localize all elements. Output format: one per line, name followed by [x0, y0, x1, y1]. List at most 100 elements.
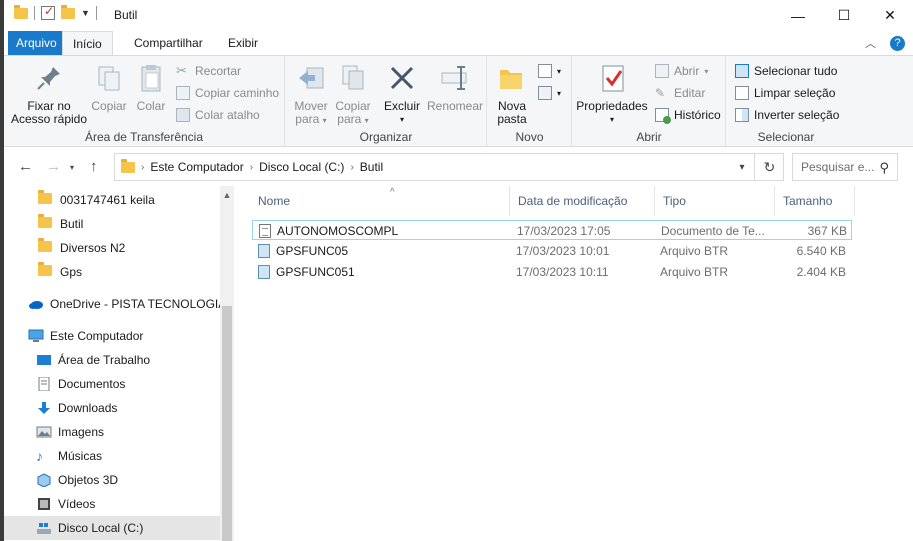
nav-item-diversos-n2[interactable]: Diversos N2 [4, 236, 220, 260]
nav-item-videos[interactable]: Vídeos [4, 492, 220, 516]
properties-check-icon[interactable]: ✓ [41, 4, 55, 20]
help-icon[interactable]: ? [890, 35, 905, 51]
edit-button[interactable]: ✎ Editar [655, 83, 705, 103]
tab-view[interactable]: Exibir [218, 31, 268, 55]
cut-label: Recortar [195, 64, 242, 78]
nav-item-desktop[interactable]: Área de Trabalho [4, 348, 220, 372]
music-icon: ♪ [36, 448, 43, 464]
select-none-label: Limpar seleção [754, 86, 836, 100]
search-box[interactable]: Pesquisar e... ⚲ [792, 153, 898, 181]
collapse-ribbon-icon[interactable]: ︿ [865, 35, 876, 51]
copy-button[interactable]: Copiar [88, 60, 130, 113]
file-name: GPSFUNC05 [276, 244, 349, 258]
open-group: Propriedades ▾ Abrir ▾ ✎ Editar Históric… [573, 56, 726, 147]
window-controls: — ☐ ✕ [775, 0, 913, 31]
address-history-dropdown[interactable]: ▾ [730, 153, 754, 181]
minimize-button[interactable]: — [775, 0, 821, 31]
rename-button[interactable]: Renomear [426, 60, 484, 113]
column-header-date[interactable]: Data de modificação [510, 186, 655, 216]
file-type: Documento de Te... [661, 224, 765, 238]
select-all-label: Selecionar tudo [754, 64, 838, 78]
nav-item-3d-objects[interactable]: Objetos 3D [4, 468, 220, 492]
new-folder-icon[interactable] [61, 4, 75, 19]
copy-path-icon [176, 86, 190, 100]
refresh-icon[interactable]: ↻ [754, 153, 784, 181]
nav-item-pictures[interactable]: Imagens [4, 420, 220, 444]
column-header-size[interactable]: Tamanho [775, 186, 855, 216]
paste-label: Colar [136, 99, 166, 113]
new-folder-button[interactable]: Nova pasta [492, 60, 532, 126]
history-button[interactable]: Histórico [655, 105, 721, 125]
folder-icon [38, 238, 52, 252]
select-all-button[interactable]: Selecionar tudo [735, 61, 837, 81]
pin-quick-access-button[interactable]: Fixar no Acesso rápido [10, 60, 88, 126]
open-button[interactable]: Abrir ▾ [655, 61, 708, 81]
cut-button[interactable]: ✂ Recortar [176, 61, 241, 81]
paste-shortcut-button[interactable]: Colar atalho [176, 105, 260, 125]
nav-item-this-pc[interactable]: Este Computador [4, 324, 220, 348]
documents-icon [36, 376, 52, 392]
back-arrow-icon[interactable]: ← [18, 158, 33, 175]
select-none-button[interactable]: Limpar seleção [735, 83, 835, 103]
file-row[interactable]: AUTONOMOSCOMPL 17/03/2023 17:05 Document… [252, 220, 852, 240]
pin-icon [33, 62, 65, 94]
scrollbar-thumb[interactable] [222, 306, 232, 541]
column-header-name[interactable]: ^ Nome [250, 186, 510, 216]
file-date: 17/03/2023 10:01 [516, 244, 610, 258]
breadcrumb-butil[interactable]: Butil [360, 160, 383, 174]
close-button[interactable]: ✕ [867, 0, 913, 31]
breadcrumb-computer[interactable]: Este Computador [150, 160, 243, 174]
easy-access-button[interactable]: ▾ [538, 83, 561, 103]
address-bar[interactable]: › Este Computador › Disco Local (C:) › B… [114, 153, 784, 181]
invert-selection-button[interactable]: Inverter seleção [735, 105, 839, 125]
column-header-type[interactable]: Tipo [655, 186, 775, 216]
delete-button[interactable]: Excluir ▾ [382, 60, 422, 126]
file-size: 367 KB [807, 224, 847, 238]
nav-item-music[interactable]: ♪ Músicas [4, 444, 220, 468]
folder-icon [38, 190, 52, 204]
file-row[interactable]: GPSFUNC051 17/03/2023 10:11 Arquivo BTR … [252, 262, 852, 282]
clipboard-group: Fixar no Acesso rápido Copiar Colar ✂ Re… [4, 56, 285, 147]
nav-item-0031747461-keila[interactable]: 0031747461 keila [4, 188, 220, 212]
forward-arrow-icon[interactable]: → [46, 158, 61, 175]
paste-shortcut-label: Colar atalho [195, 108, 260, 122]
paste-icon [135, 62, 167, 94]
new-group-label: Novo [515, 130, 544, 144]
up-arrow-icon[interactable]: ↑ [90, 158, 98, 175]
nav-item-local-disk[interactable]: Disco Local (C:) [4, 516, 220, 540]
move-to-button[interactable]: Mover para ▾ [290, 60, 332, 127]
properties-icon [596, 62, 628, 94]
paste-button[interactable]: Colar [132, 60, 170, 113]
ribbon-tabs: Arquivo Início Compartilhar Exibir ︿ ? [4, 31, 913, 56]
select-group-label: Selecionar [757, 130, 815, 144]
navigation-pane-scrollbar[interactable]: ▲ [220, 186, 234, 541]
scroll-up-icon[interactable]: ▲ [220, 190, 234, 200]
nav-item-gps[interactable]: Gps [4, 260, 220, 284]
breadcrumb-local-disk[interactable]: Disco Local (C:) [259, 160, 344, 174]
properties-button[interactable]: Propriedades ▾ [575, 60, 649, 126]
copy-to-button[interactable]: Copiar para ▾ [332, 60, 374, 127]
nav-item-butil[interactable]: Butil [4, 212, 220, 236]
maximize-button[interactable]: ☐ [821, 0, 867, 31]
select-none-icon [735, 86, 749, 100]
nav-item-onedrive[interactable]: OneDrive - PISTA TECNOLOGIA [4, 292, 226, 316]
tab-share[interactable]: Compartilhar [124, 31, 213, 55]
edit-pencil-icon: ✎ [655, 86, 666, 100]
new-item-button[interactable]: ▾ [538, 61, 561, 81]
nav-item-downloads[interactable]: Downloads [4, 396, 220, 420]
file-type: Arquivo BTR [660, 244, 729, 258]
copy-icon [93, 62, 125, 94]
nav-item-documents[interactable]: Documentos [4, 372, 220, 396]
rename-label: Renomear [426, 99, 484, 113]
file-row[interactable]: GPSFUNC05 17/03/2023 10:01 Arquivo BTR 6… [252, 241, 852, 261]
tab-home[interactable]: Início [62, 31, 113, 56]
copy-path-button[interactable]: Copiar caminho [176, 83, 279, 103]
folder-icon [38, 214, 52, 228]
tab-file[interactable]: Arquivo [8, 31, 65, 55]
navigation-bar: ← → ▾ ↑ › Este Computador › Disco Local … [4, 148, 913, 186]
drive-icon [36, 521, 52, 535]
customize-toolbar-icon[interactable]: ▼ [81, 8, 90, 18]
copy-to-icon [337, 62, 369, 94]
computer-icon [28, 329, 44, 343]
recent-locations-icon[interactable]: ▾ [70, 163, 74, 172]
